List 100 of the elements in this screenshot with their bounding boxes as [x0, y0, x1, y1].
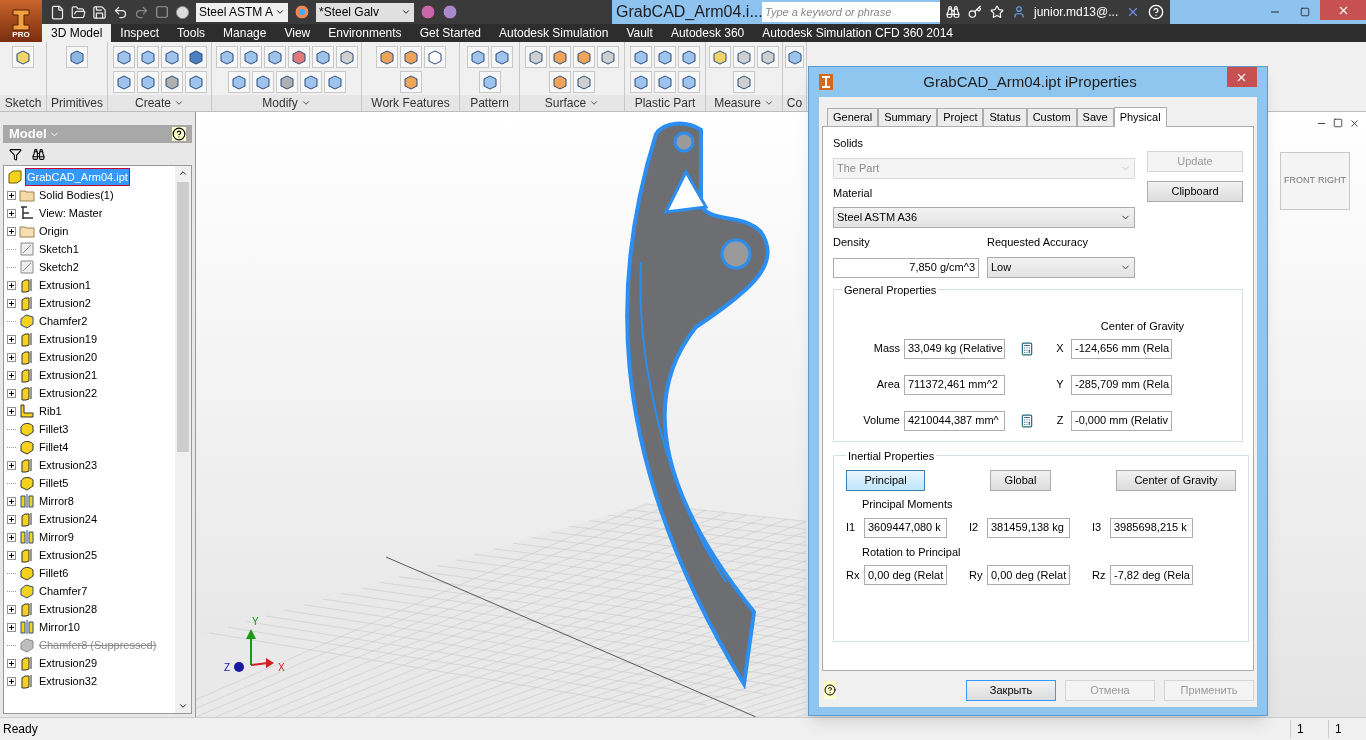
expand-box-icon[interactable] — [7, 208, 16, 218]
ribbon-tab[interactable]: Inspect — [111, 24, 169, 42]
star-icon[interactable] — [990, 5, 1004, 19]
tree-item[interactable]: Extrusion20 — [7, 348, 175, 366]
ribbon-group-label[interactable]: Sketch — [0, 95, 46, 111]
tree-item[interactable]: Sketch2 — [7, 258, 175, 276]
binoculars-icon[interactable] — [946, 5, 960, 19]
ribbon-tool-button[interactable] — [785, 46, 804, 68]
expand-box-icon[interactable] — [7, 226, 16, 236]
text-field[interactable]: 381459,138 kg — [987, 517, 1070, 538]
ribbon-tool-button[interactable] — [136, 71, 159, 93]
text-field[interactable]: 33,049 kg (Relative — [904, 338, 1005, 359]
material-dropdown[interactable]: Steel ASTM A — [196, 2, 288, 22]
help-icon[interactable] — [824, 681, 836, 699]
dialog-tab[interactable]: Status — [983, 108, 1027, 126]
ribbon-tool-button[interactable] — [112, 46, 135, 68]
ribbon-tool-button[interactable] — [478, 71, 501, 93]
save-icon[interactable] — [92, 4, 107, 20]
ribbon-tool-button[interactable] — [654, 71, 676, 93]
app-menu-button[interactable]: PRO — [0, 0, 42, 42]
ribbon-tool-button[interactable] — [573, 71, 595, 93]
text-field[interactable]: -0,000 mm (Relativ — [1071, 410, 1172, 431]
dialog-tab[interactable]: Physical — [1113, 107, 1167, 127]
ribbon-group-label[interactable]: Pattern — [460, 95, 519, 111]
undo-icon[interactable] — [113, 4, 128, 20]
expand-box-icon[interactable] — [7, 604, 16, 614]
expand-box-icon[interactable] — [7, 550, 16, 560]
ribbon-tab[interactable]: Tools — [168, 24, 215, 42]
tree-item[interactable]: Mirror10 — [7, 618, 175, 636]
binoculars-icon[interactable] — [32, 147, 45, 161]
scrollbar[interactable] — [175, 166, 191, 713]
tree-item[interactable]: View: Master — [7, 204, 175, 222]
tree-item[interactable]: Solid Bodies(1) — [7, 186, 175, 204]
ribbon-tool-button[interactable] — [239, 46, 262, 68]
ribbon-tool-button[interactable] — [263, 46, 286, 68]
ribbon-tool-button[interactable] — [399, 71, 422, 93]
ribbon-tool-button[interactable] — [597, 46, 619, 68]
ribbon-tool-button[interactable] — [757, 46, 779, 68]
ribbon-group-label[interactable]: Primitives — [47, 95, 107, 111]
ribbon-tool-button[interactable] — [678, 46, 700, 68]
dialog-tab[interactable]: General — [827, 108, 879, 126]
mode-button[interactable]: Center of Gravity — [1116, 470, 1236, 491]
ribbon-tab[interactable]: Autodesk Simulation CFD 360 2014 — [753, 24, 963, 42]
text-field[interactable]: 0,00 deg (Relat — [987, 565, 1070, 585]
tree-item[interactable]: Extrusion23 — [7, 456, 175, 474]
tree-item[interactable]: Chamfer2 — [7, 312, 175, 330]
expand-box-icon[interactable] — [7, 514, 16, 524]
view-cube[interactable]: FRONT RIGHT — [1280, 152, 1350, 210]
text-field[interactable]: 711372,461 mm^2 — [904, 374, 1005, 395]
square-icon[interactable] — [155, 5, 169, 19]
tree-item[interactable]: Fillet3 — [7, 420, 175, 438]
ribbon-group-label[interactable]: Modify — [212, 95, 361, 111]
appearance-dropdown[interactable]: *Steel Galv — [316, 2, 414, 22]
expand-box-icon[interactable] — [7, 622, 16, 632]
tree-item[interactable]: Fillet4 — [7, 438, 175, 456]
ribbon-tool-button[interactable] — [160, 71, 183, 93]
tree-item[interactable]: Fillet6 — [7, 564, 175, 582]
tree-item[interactable]: Extrusion22 — [7, 384, 175, 402]
ribbon-tool-button[interactable] — [490, 46, 513, 68]
ribbon-tool-button[interactable] — [275, 71, 298, 93]
ribbon-tool-button[interactable] — [227, 71, 250, 93]
ribbon-tool-button[interactable] — [66, 46, 88, 68]
ribbon-tool-button[interactable] — [299, 71, 322, 93]
tree-item[interactable]: Chamfer7 — [7, 582, 175, 600]
calculator-icon[interactable] — [1020, 341, 1034, 356]
new-file-icon[interactable] — [50, 4, 65, 20]
close-icon[interactable] — [1349, 118, 1360, 129]
expand-box-icon[interactable] — [7, 658, 16, 668]
ribbon-tool-button[interactable] — [630, 71, 652, 93]
ribbon-tool-button[interactable] — [12, 46, 34, 68]
tree-item[interactable]: Extrusion2 — [7, 294, 175, 312]
tree-item[interactable]: Origin — [7, 222, 175, 240]
ribbon-tool-button[interactable] — [525, 46, 547, 68]
expand-box-icon[interactable] — [7, 280, 16, 290]
dialog-tab[interactable]: Custom — [1026, 108, 1077, 126]
ribbon-group-label[interactable]: Plastic Part — [625, 95, 705, 111]
mode-button[interactable]: Global — [990, 470, 1051, 491]
search-field[interactable]: Type a keyword or phrase — [762, 2, 940, 22]
dialog-tab[interactable]: Save — [1076, 108, 1114, 126]
ribbon-tab[interactable]: Autodesk 360 — [661, 24, 754, 42]
expand-box-icon[interactable] — [7, 190, 16, 200]
text-field[interactable]: -124,656 mm (Rela — [1071, 338, 1172, 359]
tree-item[interactable]: Mirror9 — [7, 528, 175, 546]
key-icon[interactable] — [968, 5, 982, 19]
ribbon-tool-button[interactable] — [733, 71, 755, 93]
restore-icon[interactable] — [1333, 118, 1343, 128]
ribbon-tab[interactable]: View — [275, 24, 320, 42]
filter-icon[interactable] — [9, 147, 22, 161]
ribbon-tool-button[interactable] — [466, 46, 489, 68]
user-icon[interactable] — [1012, 5, 1026, 19]
ribbon-tool-button[interactable] — [323, 71, 346, 93]
tree-item[interactable]: Extrusion29 — [7, 654, 175, 672]
calculator-icon[interactable] — [1020, 413, 1034, 428]
ribbon-tool-button[interactable] — [733, 46, 755, 68]
text-field[interactable]: 0,00 deg (Relat — [864, 565, 947, 585]
text-field[interactable]: 3985698,215 k — [1110, 517, 1193, 538]
tree-item[interactable]: Sketch1 — [7, 240, 175, 258]
density-field[interactable]: 7,850 g/cm^3 — [833, 257, 979, 278]
tree-item[interactable]: Extrusion28 — [7, 600, 175, 618]
expand-box-icon[interactable] — [7, 334, 16, 344]
